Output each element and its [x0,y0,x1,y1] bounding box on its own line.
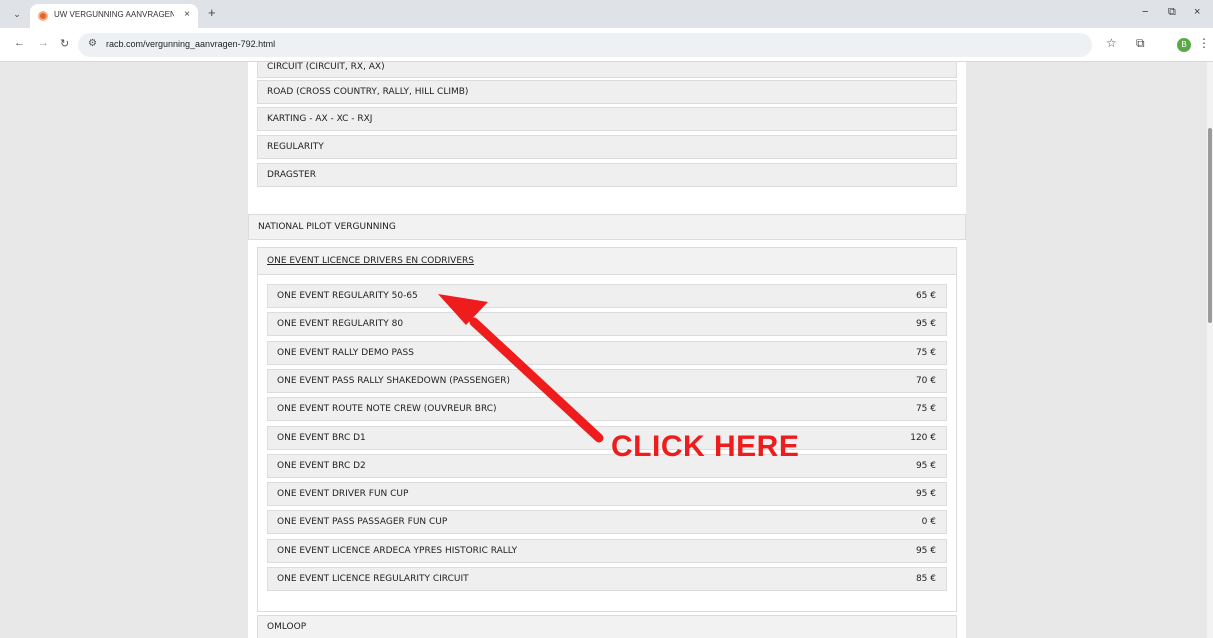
licence-name: ONE EVENT PASS RALLY SHAKEDOWN (PASSENGE… [277,375,511,386]
bookmark-star-icon[interactable]: ☆ [1106,36,1117,50]
back-icon[interactable]: ← [14,37,25,49]
section-national-pilot[interactable]: NATIONAL PILOT VERGUNNING [248,214,966,240]
licence-price: 0 € [921,517,936,528]
licence-price: 85 € [915,574,936,584]
licence-price: 95 € [915,545,936,556]
licence-row[interactable]: ONE EVENT BRC D2 95 € [267,453,947,478]
licence-price: 75 € [915,404,936,415]
scrollbar-thumb[interactable] [1208,128,1212,323]
licence-content: CIRCUIT (CIRCUIT, RX, AX) ROAD (CROSS CO… [248,62,966,638]
licence-price: 70 € [915,375,936,386]
close-window-button[interactable]: × [1194,6,1200,18]
favicon-icon [38,11,48,21]
licence-row[interactable]: ONE EVENT BRC D1 120 € [267,425,947,450]
forward-icon[interactable]: → [38,37,49,49]
click-here-label: CLICK HERE [611,430,800,463]
licence-price: 75 € [915,347,936,358]
url-text: racb.com/vergunning_aanvragen-792.html [106,39,276,49]
browser-toolbar: ← → ↻ ⚙ racb.com/vergunning_aanvragen-79… [0,28,1213,62]
browser-tab[interactable]: UW VERGUNNING AANVRAGEN × [30,4,198,28]
licence-row[interactable]: ONE EVENT LICENCE REGULARITY CIRCUIT 85 € [267,567,947,591]
category-item[interactable]: ROAD (CROSS COUNTRY, RALLY, HILL CLIMB) [257,80,957,104]
licence-name: ONE EVENT ROUTE NOTE CREW (OUVREUR BRC) [277,404,497,415]
minimize-button[interactable]: − [1142,6,1148,18]
licence-name: ONE EVENT PASS PASSAGER FUN CUP [277,517,448,528]
licence-price: 95 € [915,319,936,330]
licence-price: 120 € [910,432,936,443]
licence-price: 95 € [915,489,936,500]
licence-row[interactable]: ONE EVENT PASS RALLY SHAKEDOWN (PASSENGE… [267,368,947,393]
new-tab-button[interactable]: + [208,5,216,20]
subsection-one-event[interactable]: ONE EVENT LICENCE DRIVERS EN CODRIVERS [257,247,957,275]
reload-icon[interactable]: ↻ [60,37,69,50]
restore-button[interactable]: ⧉ [1168,6,1176,19]
licence-name: ONE EVENT DRIVER FUN CUP [277,489,409,500]
licence-row[interactable]: ONE EVENT LICENCE ARDECA YPRES HISTORIC … [267,538,947,563]
category-item[interactable]: CIRCUIT (CIRCUIT, RX, AX) [257,62,957,78]
licence-price: 65 € [915,291,936,301]
licence-name: ONE EVENT LICENCE REGULARITY CIRCUIT [277,574,469,584]
category-item[interactable]: REGULARITY [257,135,957,159]
profile-avatar[interactable]: B [1177,38,1191,52]
licence-name: ONE EVENT RALLY DEMO PASS [277,347,414,358]
licence-row[interactable]: ONE EVENT RALLY DEMO PASS 75 € [267,340,947,365]
tab-strip: ⌄ UW VERGUNNING AANVRAGEN × + − ⧉ × [0,0,1213,28]
licence-name: ONE EVENT REGULARITY 50-65 [277,291,418,301]
tab-title: UW VERGUNNING AANVRAGEN [54,10,174,19]
site-info-icon[interactable]: ⚙ [88,38,97,49]
tab-close-icon[interactable]: × [184,9,190,20]
licence-row[interactable]: ONE EVENT PASS PASSAGER FUN CUP 0 € [267,510,947,535]
licence-row[interactable]: ONE EVENT ROUTE NOTE CREW (OUVREUR BRC) 7… [267,397,947,422]
address-bar[interactable]: ⚙ racb.com/vergunning_aanvragen-792.html [78,33,1092,57]
licence-name: ONE EVENT BRC D1 [277,432,366,443]
section-omloop[interactable]: OMLOOP [257,615,957,638]
licence-name: ONE EVENT REGULARITY 80 [277,319,404,330]
licence-price: 95 € [915,460,936,471]
licence-row[interactable]: ONE EVENT DRIVER FUN CUP 95 € [267,482,947,507]
category-item[interactable]: KARTING - AX - XC - RXJ [257,107,957,131]
extensions-icon[interactable]: ⧉ [1136,36,1145,51]
category-item[interactable]: DRAGSTER [257,163,957,187]
licence-name: ONE EVENT LICENCE ARDECA YPRES HISTORIC … [277,545,518,556]
tab-search-icon[interactable]: ⌄ [10,7,24,21]
page-viewport: CIRCUIT (CIRCUIT, RX, AX) ROAD (CROSS CO… [0,62,1213,638]
licence-row[interactable]: ONE EVENT REGULARITY 80 95 € [267,312,947,337]
menu-icon[interactable]: ⋮ [1198,36,1210,50]
licence-row[interactable]: ONE EVENT REGULARITY 50-65 65 € [267,284,947,308]
licence-name: ONE EVENT BRC D2 [277,460,366,471]
